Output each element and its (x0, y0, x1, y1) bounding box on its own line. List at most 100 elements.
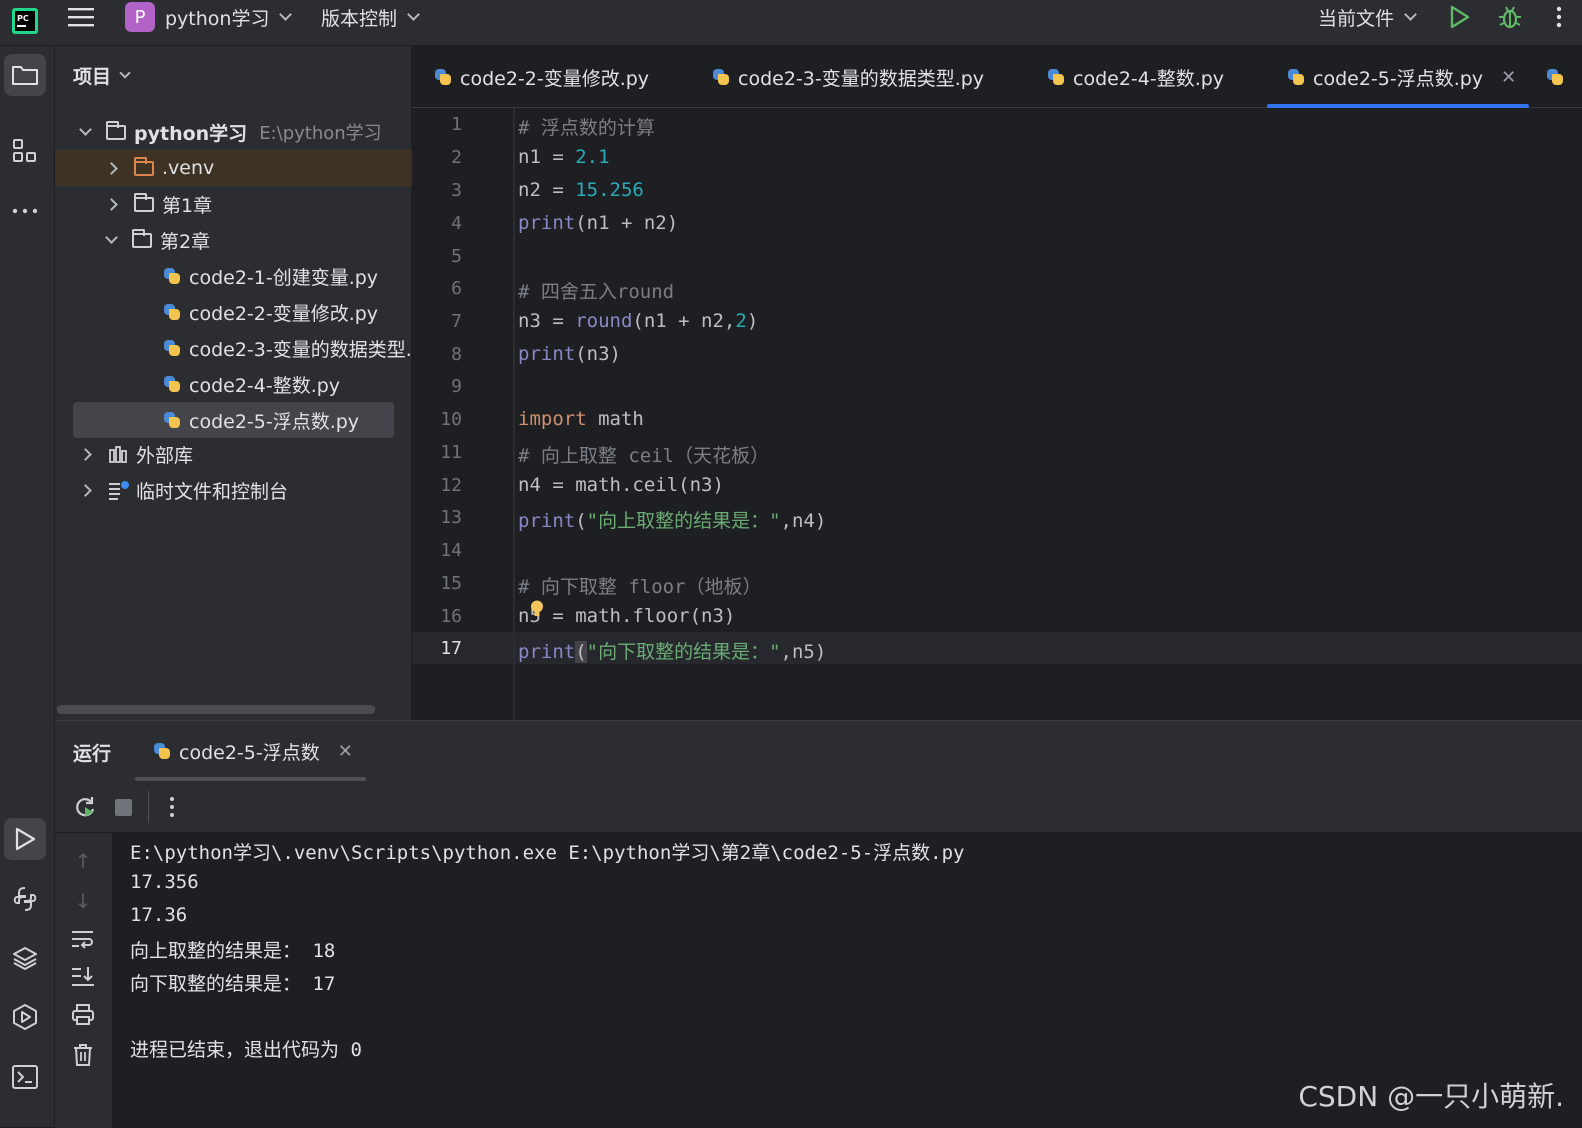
horizontal-scrollbar[interactable] (57, 705, 375, 714)
tree-item-file[interactable]: code2-3-变量的数据类型.py (55, 330, 412, 366)
code-line: print("向上取整的结果是：",n4) (518, 506, 826, 533)
project-panel-title: 项目 (73, 62, 111, 89)
tree-item-file[interactable]: code2-1-创建变量.py (55, 258, 412, 294)
tab-code2-4[interactable]: code2-4-整数.py (1047, 46, 1224, 108)
vcs-menu[interactable]: 版本控制 (321, 0, 418, 34)
tree-item-label: code2-1-创建变量.py (189, 263, 378, 290)
tree-item-chapter2[interactable]: 第2章 (55, 222, 412, 258)
terminal-icon[interactable] (4, 1056, 46, 1098)
run-config-label: 当前文件 (1318, 4, 1394, 31)
code-line: import math (518, 408, 644, 430)
more-options-icon[interactable] (169, 795, 175, 823)
library-icon (108, 445, 128, 463)
chevron-down-icon (1404, 8, 1417, 21)
arrow-up-icon[interactable]: ↑ (71, 849, 95, 873)
tab-code2-3[interactable]: code2-3-变量的数据类型.py (712, 46, 984, 108)
project-tool-icon[interactable] (4, 54, 46, 96)
code-line: # 浮点数的计算 (518, 113, 655, 140)
rerun-icon[interactable] (73, 795, 97, 823)
run-config-selector[interactable]: 当前文件 (1318, 0, 1415, 34)
tab-label: code2-4-整数.py (1073, 64, 1224, 91)
tool-window-strip (0, 46, 55, 1127)
python-file-icon (163, 375, 181, 393)
tree-item-external-libraries[interactable]: 外部库 (55, 436, 412, 472)
line-number: 11 (412, 442, 462, 463)
soft-wrap-icon[interactable] (71, 928, 95, 952)
chevron-right-icon (79, 448, 92, 461)
python-console-icon[interactable] (4, 878, 46, 920)
line-number: 10 (412, 409, 462, 430)
code-line: print("向下取整的结果是：",n5) (518, 637, 826, 664)
tree-item-label: .venv (162, 157, 214, 179)
code-line: n4 = math.ceil(n3) (518, 474, 724, 496)
line-number: 7 (412, 311, 462, 332)
root-name: python学习 (134, 119, 247, 146)
watermark: CSDN @一只小萌新. (1298, 1075, 1564, 1115)
line-number: 17 (412, 638, 462, 659)
vcs-label: 版本控制 (321, 4, 397, 31)
structure-tool-icon[interactable] (4, 130, 46, 172)
code-line: # 四舍五入round (518, 277, 674, 304)
project-badge: P (125, 2, 155, 32)
code-line: n2 = 15.256 (518, 179, 644, 201)
python-packages-icon[interactable] (4, 937, 46, 979)
print-icon[interactable] (71, 1004, 95, 1028)
tree-item-label: code2-4-整数.py (189, 371, 340, 398)
pycharm-logo-icon[interactable]: PC (12, 4, 38, 38)
project-selector[interactable]: P python学习 (125, 0, 290, 34)
services-icon[interactable] (4, 996, 46, 1038)
stop-icon[interactable] (115, 799, 132, 816)
tree-item-label: 第2章 (160, 227, 210, 254)
tree-item-label: 第1章 (162, 191, 212, 218)
tree-item-file[interactable]: code2-2-变量修改.py (55, 294, 412, 330)
run-tab[interactable]: code2-5-浮点数 ✕ (135, 721, 366, 781)
arrow-down-icon[interactable]: ↓ (71, 889, 95, 913)
more-tools-icon[interactable] (4, 190, 46, 232)
more-actions-icon[interactable] (1556, 0, 1562, 34)
debug-button[interactable] (1497, 0, 1523, 34)
console-output-line: 进程已结束，退出代码为 0 (130, 1035, 362, 1062)
tab-label: code2-5-浮点数.py (1313, 64, 1483, 91)
trash-icon[interactable] (71, 1043, 95, 1067)
run-side-toolbar: ↑ ↓ (55, 833, 112, 1128)
code-editor[interactable]: 1 2 3 4 5 6 7 8 9 10 11 12 13 14 15 16 1… (412, 108, 1582, 720)
python-file-icon (163, 303, 181, 321)
code-line: # 向下取整 floor（地板） (518, 572, 762, 599)
chevron-right-icon (105, 162, 118, 175)
tab-code2-5[interactable]: code2-5-浮点数.py ✕ (1267, 46, 1529, 108)
tab-code2-2[interactable]: code2-2-变量修改.py (434, 46, 649, 108)
chevron-right-icon (105, 198, 118, 211)
lightbulb-icon[interactable] (530, 600, 544, 618)
project-panel-header[interactable]: 项目 (73, 62, 129, 89)
svg-text:PC: PC (17, 14, 29, 23)
run-button[interactable] (1449, 0, 1471, 34)
title-bar: PC P python学习 版本控制 当前文件 (0, 0, 1582, 46)
editor-tabs: code2-2-变量修改.py code2-3-变量的数据类型.py code2… (412, 46, 1582, 108)
main-menu-icon[interactable] (68, 0, 94, 34)
run-tool-icon[interactable] (4, 818, 46, 860)
tree-item-file-selected[interactable]: code2-5-浮点数.py (73, 402, 394, 438)
tree-item-scratches[interactable]: 临时文件和控制台 (55, 472, 412, 508)
line-number: 6 (412, 278, 462, 299)
line-number: 13 (412, 507, 462, 528)
toolbar-divider (148, 791, 149, 823)
chevron-right-icon (79, 484, 92, 497)
line-number: 2 (412, 147, 462, 168)
chevron-down-icon (105, 231, 118, 244)
tree-item-label: code2-5-浮点数.py (189, 407, 359, 434)
scroll-to-end-icon[interactable] (71, 965, 95, 989)
close-tab-icon[interactable]: ✕ (1501, 67, 1516, 88)
line-number: 12 (412, 475, 462, 496)
close-tab-icon[interactable]: ✕ (338, 741, 353, 762)
run-panel-title: 运行 (73, 739, 111, 766)
tree-item-label: 临时文件和控制台 (136, 477, 288, 504)
line-number: 1 (412, 114, 462, 135)
tree-root[interactable]: python学习 E:\python学习 (55, 114, 412, 150)
tab-overflow[interactable] (1546, 46, 1582, 108)
tree-item-file[interactable]: code2-4-整数.py (55, 366, 412, 402)
tree-item-label: code2-3-变量的数据类型.py (189, 335, 412, 362)
tree-item-chapter1[interactable]: 第1章 (55, 186, 412, 222)
code-line: # 向上取整 ceil（天花板） (518, 441, 769, 468)
line-number: 4 (412, 213, 462, 234)
tree-item-venv[interactable]: .venv (55, 150, 412, 186)
